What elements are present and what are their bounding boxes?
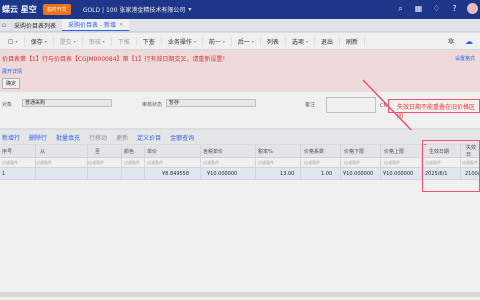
trial-badge[interactable]: 临时开发 bbox=[42, 4, 71, 15]
filter-cell[interactable]: 过滤条件 bbox=[344, 158, 360, 167]
filter-cell[interactable]: 过滤条件 bbox=[147, 158, 163, 167]
previous-button[interactable]: 前一 ▾ bbox=[203, 36, 232, 46]
col-divider bbox=[87, 145, 88, 180]
filter-cell[interactable]: 过滤条件 bbox=[203, 158, 219, 167]
chevron-down-icon: ▾ bbox=[188, 6, 192, 13]
remark-label: 备注 bbox=[305, 102, 316, 108]
col-header[interactable]: 单价 bbox=[147, 145, 157, 157]
ok-button[interactable]: 确定 bbox=[2, 78, 21, 89]
batch-fill-button[interactable]: 批量填充 bbox=[56, 133, 80, 142]
coef-cell[interactable]: 1.00 bbox=[321, 168, 332, 179]
push-down-button[interactable]: 下推 bbox=[112, 36, 137, 46]
add-row-button[interactable]: 新增行 bbox=[2, 133, 20, 142]
price-cell[interactable]: ¥8.849558 bbox=[162, 168, 189, 179]
move-row-button[interactable]: 行移动 bbox=[89, 133, 107, 142]
grid-toolbar: 新增行 删除行 批量填充 行移动 更新 定义价目 金额查询 bbox=[0, 130, 480, 144]
tab-bar: ⌂ 采购价目表列表 采购价目表 - 新增 ✕ bbox=[0, 19, 480, 32]
define-price-button[interactable]: 定义价目 bbox=[137, 133, 161, 142]
col-divider bbox=[200, 145, 201, 180]
col-header[interactable]: 从 bbox=[40, 145, 45, 157]
col-divider bbox=[255, 145, 256, 180]
settings-link[interactable]: 设置格式 bbox=[455, 55, 475, 62]
price-grid: 序号 从 至 颜色 单价 含税单价 税率% 价格系数 价格下限 价格上限 生效日… bbox=[0, 145, 480, 300]
highlight-box bbox=[422, 140, 480, 192]
save-button[interactable]: 保存 ▾ bbox=[25, 36, 54, 46]
col-divider bbox=[35, 145, 36, 180]
col-header[interactable]: 序号 bbox=[2, 145, 12, 157]
annotation-text: 失效日期不能重叠在旧价格区间 bbox=[397, 104, 476, 120]
filter-cell[interactable]: 过滤条件 bbox=[124, 158, 140, 167]
tax-price-cell[interactable]: ¥10.000000 bbox=[207, 168, 237, 179]
company-name: GOLD | 100 张家港金精技术有限公司 bbox=[82, 7, 186, 14]
submit-button[interactable]: 提交 ▾ bbox=[54, 36, 83, 46]
amount-query-button[interactable]: 金额查询 bbox=[170, 133, 194, 142]
col-divider bbox=[340, 145, 341, 180]
col-header[interactable]: 至 bbox=[95, 145, 100, 157]
delete-row-button[interactable]: 删除行 bbox=[29, 133, 47, 142]
search-icon[interactable]: ⌕ bbox=[395, 3, 406, 14]
tab-label: 采购价目表列表 bbox=[14, 22, 57, 30]
grid-icon[interactable]: ▦ bbox=[413, 3, 424, 14]
status-field[interactable]: 暂存 bbox=[166, 99, 256, 107]
refresh-button[interactable]: 刷新 bbox=[340, 36, 365, 46]
col-divider bbox=[121, 145, 122, 180]
table-row[interactable]: 1 ¥8.849558 ¥10.000000 13.00 1.00 ¥10.00… bbox=[0, 168, 480, 180]
top-bar: 蝶云 星空 临时开发 GOLD | 100 张家港金精技术有限公司 ▾ ⌕ ▦ … bbox=[0, 0, 480, 19]
update-button[interactable]: 更新 bbox=[116, 133, 128, 142]
cloud-icon[interactable]: ☁ bbox=[464, 36, 474, 46]
filter-cell[interactable]: 过滤条件 bbox=[36, 158, 52, 167]
expand-details-link[interactable]: 展开详情 bbox=[2, 68, 22, 75]
horizontal-scrollbar[interactable] bbox=[0, 292, 480, 297]
remark-field[interactable] bbox=[326, 97, 376, 113]
type-field[interactable]: 普通采购 bbox=[22, 99, 112, 107]
home-icon[interactable]: ⌂ bbox=[0, 18, 8, 31]
low-cell[interactable]: ¥10.000000 bbox=[343, 168, 373, 179]
tab-purchase-price-list[interactable]: 采购价目表列表 bbox=[8, 19, 62, 31]
options-button[interactable]: 选项 ▾ bbox=[286, 36, 315, 46]
col-divider bbox=[144, 145, 145, 180]
business-ops-button[interactable]: 业务操作 ▾ bbox=[162, 36, 203, 46]
filter-cell[interactable]: 过滤条件 bbox=[384, 158, 400, 167]
tab-purchase-price-new[interactable]: 采购价目表 - 新增 ✕ bbox=[62, 19, 130, 31]
col-divider bbox=[300, 145, 301, 180]
filter-row: 过滤条件 过滤条件 过滤条件 过滤条件 过滤条件 过滤条件 过滤条件 过滤条件 … bbox=[0, 158, 480, 168]
toolbar-right: ✲ ☁ bbox=[446, 36, 474, 46]
list-button[interactable]: 列表 bbox=[261, 36, 286, 46]
query-down-button[interactable]: 下查 bbox=[137, 36, 162, 46]
exit-button[interactable]: 退出 bbox=[315, 36, 340, 46]
high-cell[interactable]: ¥10.000000 bbox=[383, 168, 413, 179]
avatar[interactable] bbox=[467, 3, 478, 14]
tax-rate-cell[interactable]: 13.00 bbox=[280, 168, 294, 179]
filter-cell[interactable]: 过滤条件 bbox=[88, 158, 104, 167]
seq-cell: 1 bbox=[2, 170, 6, 177]
grid-header: 序号 从 至 颜色 单价 含税单价 税率% 价格系数 价格下限 价格上限 生效日… bbox=[0, 145, 480, 158]
col-header[interactable]: 价格下限 bbox=[344, 145, 364, 157]
col-header[interactable]: 含税单价 bbox=[203, 145, 223, 157]
help-icon[interactable]: ? bbox=[449, 3, 460, 14]
status-label: 审核状态 bbox=[142, 102, 163, 108]
gear-icon[interactable]: ✲ bbox=[446, 36, 456, 46]
col-header[interactable]: 颜色 bbox=[124, 145, 134, 157]
col-divider bbox=[380, 145, 381, 180]
main-toolbar: ▢ ▾ 保存 ▾ 提交 ▾ 审核 ▾ 下推 下查 业务操作 ▾ 前一 ▾ 后一 ▾ 列表 选项… bbox=[0, 33, 480, 50]
error-banner: 价目表第【1】行与价目表【CGJM000084】第【1】行有效日期交叉，请重新设… bbox=[0, 50, 480, 92]
filter-cell[interactable]: 过滤条件 bbox=[2, 158, 18, 167]
language-label: CN bbox=[380, 103, 388, 109]
col-header[interactable]: 价格系数 bbox=[304, 145, 324, 157]
top-icons: ⌕ ▦ ♢ ? bbox=[395, 3, 478, 14]
filter-cell[interactable]: 过滤条件 bbox=[304, 158, 320, 167]
audit-button[interactable]: 审核 ▾ bbox=[83, 36, 112, 46]
col-header[interactable]: 税率% bbox=[258, 145, 273, 157]
close-icon[interactable]: ✕ bbox=[119, 22, 123, 28]
next-button[interactable]: 后一 ▾ bbox=[232, 36, 261, 46]
app-logo: 蝶云 星空 bbox=[2, 5, 37, 14]
bell-icon[interactable]: ♢ bbox=[431, 3, 442, 14]
type-label: 对象 bbox=[2, 102, 13, 108]
company-selector[interactable]: GOLD | 100 张家港金精技术有限公司 ▾ bbox=[83, 5, 192, 14]
error-message: 价目表第【1】行与价目表【CGJM000084】第【1】行有效日期交叉，请重新设… bbox=[2, 56, 229, 63]
new-icon[interactable]: ▢ ▾ bbox=[2, 36, 25, 46]
col-header[interactable]: 价格上限 bbox=[384, 145, 404, 157]
filter-cell[interactable]: 过滤条件 bbox=[258, 158, 274, 167]
tab-label: 采购价目表 - 新增 bbox=[68, 22, 116, 29]
